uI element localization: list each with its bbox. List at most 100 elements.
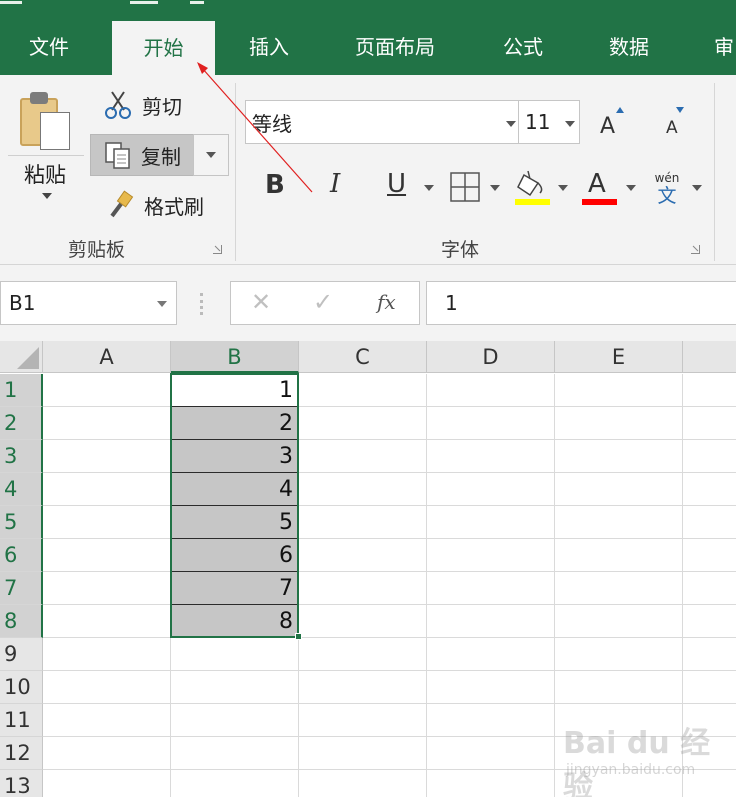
font-color-button[interactable]: A <box>582 169 618 207</box>
borders-dropdown-icon[interactable] <box>490 185 500 191</box>
tab-file[interactable]: 文件 <box>10 20 88 75</box>
row-header[interactable]: 12 <box>0 737 43 770</box>
borders-icon <box>450 172 480 202</box>
column-header-d[interactable]: D <box>427 341 555 373</box>
cell-b3[interactable]: 3 <box>171 440 298 473</box>
cell-b7[interactable]: 7 <box>171 572 298 605</box>
ribbon-home: 粘贴 剪切 复制 格式刷 剪贴板 等线 11 A A B I U A wén 文… <box>0 75 736 265</box>
bold-button[interactable]: B <box>265 170 285 200</box>
formula-bar-splitter[interactable] <box>200 293 203 315</box>
italic-button[interactable]: I <box>330 169 340 199</box>
row-header[interactable]: 11 <box>0 704 43 737</box>
decrease-font-size-button[interactable]: A <box>664 105 692 139</box>
copy-icon <box>103 140 133 170</box>
cell-b8[interactable]: 8 <box>171 605 298 638</box>
name-box-value: B1 <box>9 291 36 315</box>
svg-text:A: A <box>666 118 678 138</box>
underline-dropdown-icon[interactable] <box>424 185 434 191</box>
select-all-button[interactable] <box>0 341 43 373</box>
column-header-a[interactable]: A <box>43 341 171 373</box>
name-box[interactable]: B1 <box>0 281 177 325</box>
borders-button[interactable] <box>450 172 480 202</box>
phonetic-dropdown-icon[interactable] <box>692 185 702 191</box>
format-painter-label: 格式刷 <box>144 194 204 219</box>
font-size-value: 11 <box>525 110 551 134</box>
cut-button[interactable]: 剪切 <box>104 85 182 125</box>
decrease-font-icon: A <box>666 107 684 138</box>
scissors-icon <box>104 90 134 120</box>
underline-button[interactable]: U <box>387 169 406 199</box>
chevron-down-icon <box>157 301 167 307</box>
svg-text:A: A <box>600 114 615 139</box>
copy-dropdown-button[interactable] <box>193 134 229 176</box>
watermark: Bai du 经验 <box>563 726 711 797</box>
fill-color-dropdown-icon[interactable] <box>558 185 568 191</box>
paste-label: 粘贴 <box>24 163 66 187</box>
title-bar-fragment <box>130 0 158 4</box>
cell-b2[interactable]: 2 <box>171 407 298 440</box>
phonetic-button[interactable]: wén 文 <box>652 171 682 209</box>
tab-insert[interactable]: 插入 <box>230 20 308 75</box>
clipboard-launcher-icon[interactable] <box>213 245 222 254</box>
copy-button[interactable]: 复制 <box>90 134 194 176</box>
font-group-label: 字体 <box>441 239 480 261</box>
font-color-glyph: A <box>588 169 606 199</box>
increase-font-size-button[interactable]: A <box>598 105 626 139</box>
paste-button[interactable]: 粘贴 <box>0 75 90 215</box>
fill-handle[interactable] <box>295 633 302 640</box>
row-header[interactable]: 13 <box>0 770 43 797</box>
column-header-c[interactable]: C <box>299 341 427 373</box>
tab-home[interactable]: 开始 <box>112 21 215 75</box>
tab-data[interactable]: 数据 <box>590 20 668 75</box>
ribbon-tab-bar: 文件 开始 插入 页面布局 公式 数据 审 <box>0 0 736 75</box>
phonetic-top: wén <box>654 171 680 185</box>
tab-formulas[interactable]: 公式 <box>484 20 562 75</box>
tab-page-layout[interactable]: 页面布局 <box>340 20 450 75</box>
insert-function-button[interactable]: fx <box>377 290 396 314</box>
font-size-select[interactable]: 11 <box>518 100 580 144</box>
paste-dropdown-icon[interactable] <box>42 193 52 199</box>
paste-icon <box>18 90 78 152</box>
format-painter-button[interactable]: 格式刷 <box>106 185 204 225</box>
tab-review[interactable]: 审 <box>704 20 736 75</box>
cut-label: 剪切 <box>142 94 182 119</box>
row-header[interactable]: 1 <box>0 374 43 407</box>
copy-label: 复制 <box>141 144 181 169</box>
watermark-url: jingyan.baidu.com <box>566 762 696 778</box>
column-header-e[interactable]: E <box>555 341 683 373</box>
phonetic-bottom: 文 <box>657 185 677 207</box>
formula-bar: B1 ✕ ✓ fx 1 <box>0 265 736 341</box>
paintbrush-icon <box>106 190 136 220</box>
font-color-dropdown-icon[interactable] <box>626 185 636 191</box>
row-header[interactable]: 2 <box>0 407 43 440</box>
column-header-partial[interactable] <box>683 341 736 373</box>
row-header[interactable]: 8 <box>0 605 43 638</box>
cell-b5[interactable]: 5 <box>171 506 298 539</box>
title-bar-fragment <box>0 0 22 4</box>
formula-input[interactable]: 1 <box>426 281 736 325</box>
row-header[interactable]: 3 <box>0 440 43 473</box>
font-color-swatch <box>582 199 617 205</box>
cell-b1[interactable]: 1 <box>171 374 298 407</box>
chevron-down-icon <box>206 152 216 158</box>
cell-b4[interactable]: 4 <box>171 473 298 506</box>
font-name-select[interactable]: 等线 <box>245 100 519 144</box>
row-header[interactable]: 7 <box>0 572 43 605</box>
increase-font-icon: A <box>600 107 624 139</box>
font-name-value: 等线 <box>252 111 292 136</box>
row-header[interactable]: 6 <box>0 539 43 572</box>
cell-b6[interactable]: 6 <box>171 539 298 572</box>
enter-icon[interactable]: ✓ <box>313 288 333 316</box>
row-header[interactable]: 10 <box>0 671 43 704</box>
row-header[interactable]: 9 <box>0 638 43 671</box>
row-header[interactable]: 5 <box>0 506 43 539</box>
title-bar-fragment <box>190 0 204 4</box>
chevron-down-icon <box>506 121 516 127</box>
font-launcher-icon[interactable] <box>691 245 700 254</box>
row-header[interactable]: 4 <box>0 473 43 506</box>
chevron-down-icon <box>565 121 575 127</box>
cancel-icon[interactable]: ✕ <box>251 288 271 316</box>
column-header-b[interactable]: B <box>171 341 299 373</box>
fill-color-button[interactable] <box>514 169 550 207</box>
clipboard-group-label: 剪贴板 <box>68 239 126 261</box>
